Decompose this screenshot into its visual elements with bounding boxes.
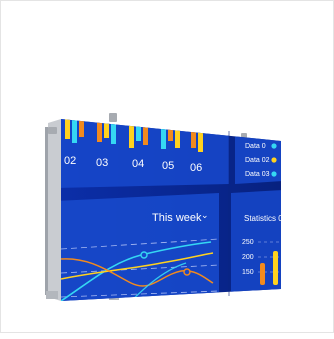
stats-title: Statistics 03 [244,214,288,223]
period-selector-label[interactable]: This week [152,212,202,224]
top-label-04: 04 [132,158,144,170]
top-label-03: 03 [96,157,108,169]
mounting-hook-right [109,113,117,122]
stats-tick-200: 200 [242,254,254,261]
cabinet-side-edge [45,127,48,295]
top-label-05: 05 [162,160,174,172]
legend-dot-2 [271,157,277,163]
mounting-hook-left [48,127,57,134]
cabinet-side [48,119,61,301]
stats-bar-yellow [273,251,278,285]
legend-dot-1 [271,143,277,149]
chart-tile [61,193,219,301]
legend-label-3: Data 03 [245,171,270,178]
legend-label-2: Data 02 [245,157,270,164]
top-label-02: 02 [64,155,76,167]
led-display-photo: 02 03 04 05 06 Data 0 Data 02 Data 03 Th… [45,113,288,301]
stats-bar-orange [260,263,265,285]
stats-tick-150: 150 [242,269,254,276]
top-label-06: 06 [190,162,202,174]
stats-tick-250: 250 [242,239,254,246]
foot-bracket-left [46,291,58,299]
legend-dot-3 [271,171,277,177]
chart-point-cyan [140,251,148,259]
photo-frame: 02 03 04 05 06 Data 0 Data 02 Data 03 Th… [0,0,334,333]
chevron-down-icon[interactable]: ⌄ [201,210,209,220]
chart-point-orange [183,268,191,276]
legend-label-1: Data 0 [245,143,266,150]
